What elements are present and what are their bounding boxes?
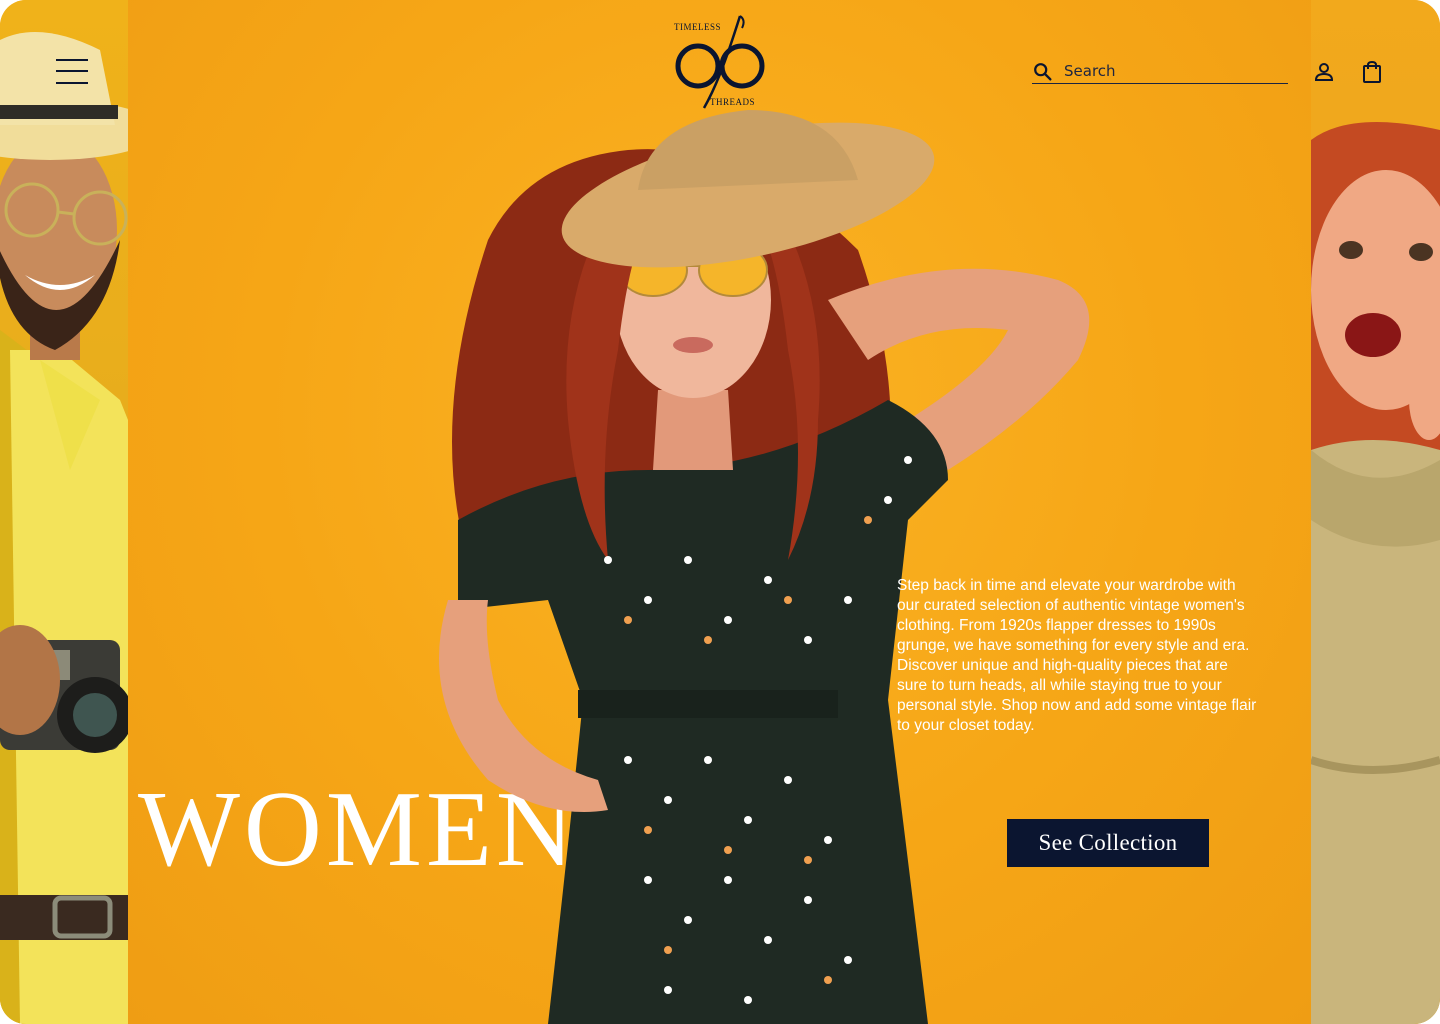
- side-photo-man-with-camera[interactable]: [0, 0, 128, 1024]
- hero-description: Step back in time and elevate your wardr…: [897, 577, 1257, 734]
- man-with-camera-illustration: [0, 32, 128, 1024]
- menu-line: [56, 82, 88, 84]
- hero-section: [128, 0, 1311, 1024]
- logo-mark-icon: [675, 15, 765, 109]
- menu-line: [56, 59, 88, 61]
- menu-line: [56, 70, 88, 72]
- hamburger-menu-button[interactable]: [56, 58, 88, 86]
- search-bar: [1032, 60, 1288, 84]
- logo-text-bottom: THREADS: [710, 97, 756, 107]
- search-input[interactable]: [1064, 60, 1284, 82]
- search-icon[interactable]: [1032, 61, 1054, 83]
- see-collection-button[interactable]: See Collection: [1007, 819, 1209, 867]
- brand-logo[interactable]: TIMELESS THREADS: [668, 14, 772, 110]
- side-photo-girl-surprised[interactable]: [1311, 0, 1440, 1024]
- user-icon[interactable]: [1312, 60, 1336, 84]
- shopping-bag-icon[interactable]: [1360, 60, 1384, 84]
- page-frame: WOMEN TIMELESS THREADS Step back i: [0, 0, 1440, 1024]
- woman-in-polka-dot-dress-photo: [439, 110, 1090, 1024]
- girl-surprised-illustration: [1311, 122, 1440, 1024]
